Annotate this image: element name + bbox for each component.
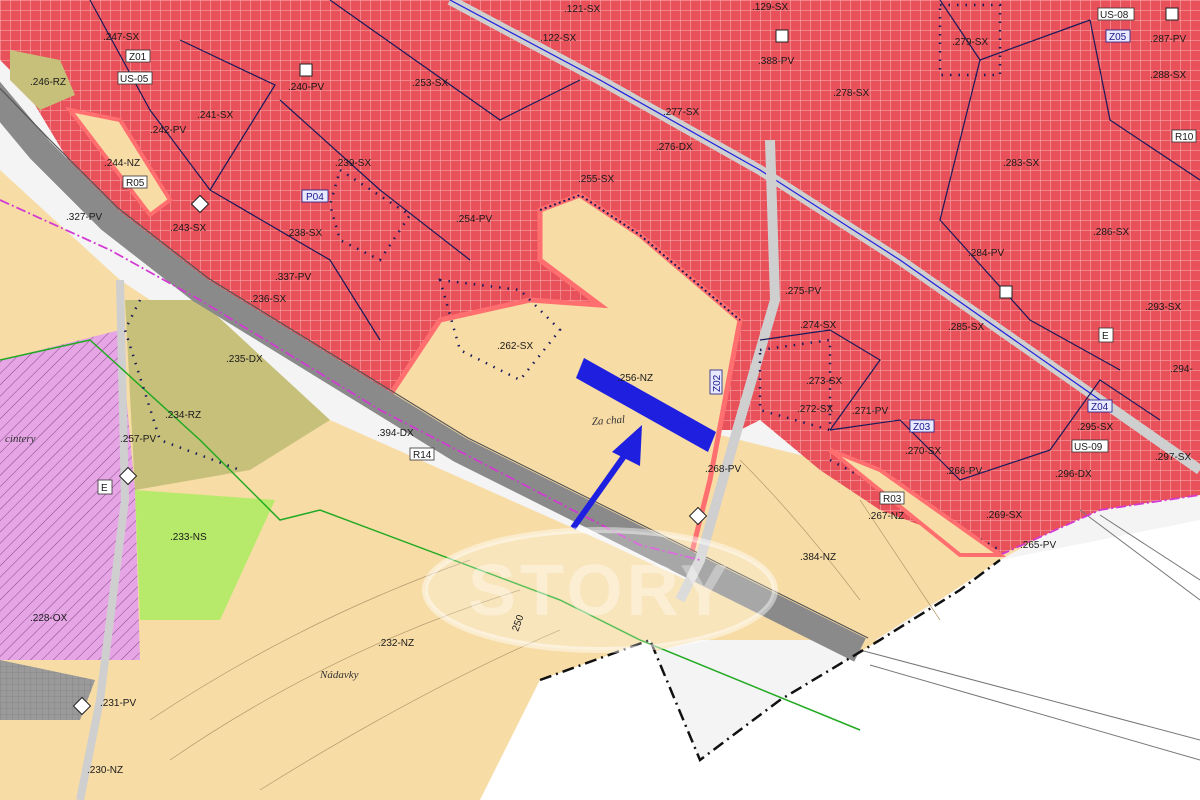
label-270: .270-SX <box>905 446 941 457</box>
label-294: .294- <box>1170 364 1193 375</box>
label-234: .234-RZ <box>165 410 201 421</box>
label-230: .230-NZ <box>87 765 123 776</box>
label-242: .242-PV <box>150 125 186 136</box>
label-272: .272-SX <box>797 404 833 415</box>
tag-z04: Z04 <box>1091 402 1109 413</box>
label-276: .276-DX <box>656 142 693 153</box>
label-279: .279-SX <box>952 37 988 48</box>
label-122: .122-SX <box>540 33 576 44</box>
label-233: .233-NS <box>170 532 207 543</box>
tag-us05: US-05 <box>120 74 149 85</box>
tag-e1: E <box>101 483 108 494</box>
label-243: .243-SX <box>170 223 206 234</box>
label-388: .388-PV <box>758 56 794 67</box>
tag-z03: Z03 <box>913 422 931 433</box>
watermark: STORY <box>422 527 778 653</box>
label-286: .286-SX <box>1093 227 1129 238</box>
label-238: .238-SX <box>286 228 322 239</box>
label-262: .262-SX <box>497 341 533 352</box>
label-253: .253-SX <box>412 78 448 89</box>
watermark-text: STORY <box>468 551 732 631</box>
label-265: .265-PV <box>1020 540 1056 551</box>
label-121: .121-SX <box>564 4 600 15</box>
label-228: .228-OX <box>30 613 68 624</box>
label-244: .244-NZ <box>104 158 140 169</box>
label-296: .296-DX <box>1055 469 1092 480</box>
label-268: .268-PV <box>705 464 741 475</box>
label-269: .269-SX <box>986 510 1022 521</box>
label-274: .274-SX <box>800 320 836 331</box>
label-295: .295-SX <box>1077 422 1113 433</box>
label-278: .278-SX <box>833 88 869 99</box>
label-254: .254-PV <box>456 214 492 225</box>
tag-r10: R10 <box>1175 132 1194 143</box>
label-293: .293-SX <box>1145 302 1181 313</box>
label-287: .287-PV <box>1150 34 1186 45</box>
tag-r05: R05 <box>126 178 145 189</box>
label-246: .246-RZ <box>30 77 66 88</box>
tag-r14: R14 <box>413 450 432 461</box>
label-394: .394-DX <box>377 428 414 439</box>
label-267: .267-NZ <box>868 511 904 522</box>
tag-us08: US-08 <box>1100 10 1129 21</box>
label-241: .241-SX <box>197 110 233 121</box>
label-273: .273-SX <box>806 376 842 387</box>
label-239: .239-SX <box>335 158 371 169</box>
tag-r03: R03 <box>883 494 902 505</box>
label-247: .247-SX <box>103 32 139 43</box>
tag-z05: Z05 <box>1109 32 1127 43</box>
place-za-chaloupky: Za chal <box>591 414 625 428</box>
place-cintery: cintery <box>5 433 36 445</box>
label-256: .256-NZ <box>617 373 653 384</box>
label-285: .285-SX <box>948 322 984 333</box>
tag-z02: Z02 <box>712 374 723 392</box>
label-284: .284-PV <box>968 248 1004 259</box>
place-nadavky: Nádavky <box>319 669 359 681</box>
label-283: .283-SX <box>1003 158 1039 169</box>
label-337: .337-PV <box>275 272 311 283</box>
label-297: .297-SX <box>1155 452 1191 463</box>
label-327: .327-PV <box>66 212 102 223</box>
label-266: .266-PV <box>946 466 982 477</box>
label-275: .275-PV <box>785 286 821 297</box>
label-384: .384-NZ <box>800 552 836 563</box>
label-288: .288-SX <box>1150 70 1186 81</box>
label-277: .277-SX <box>663 107 699 118</box>
label-129: .129-SX <box>752 2 788 13</box>
label-232: .232-NZ <box>378 638 414 649</box>
tag-us09: US-09 <box>1074 442 1103 453</box>
label-236: .236-SX <box>250 294 286 305</box>
label-271: .271-PV <box>852 406 888 417</box>
label-231: .231-PV <box>100 698 136 709</box>
label-255: .255-SX <box>578 174 614 185</box>
zoning-map: STORY .247-SX .121-SX .129-SX .279-SX .2… <box>0 0 1200 800</box>
label-257: .257-PV <box>120 434 156 445</box>
label-240: .240-PV <box>288 82 324 93</box>
tag-p04: P04 <box>306 192 324 203</box>
tag-e2: E <box>1102 331 1109 342</box>
label-235: .235-DX <box>226 354 263 365</box>
tag-z01: Z01 <box>129 52 147 63</box>
